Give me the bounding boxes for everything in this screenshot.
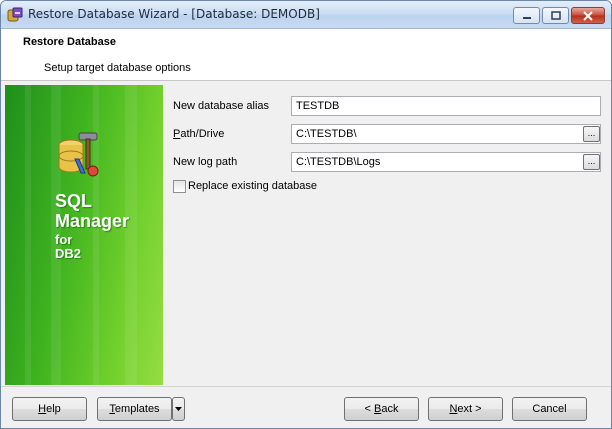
help-button[interactable]: Help bbox=[12, 397, 87, 421]
brand-line-3: for bbox=[55, 232, 73, 247]
path-input[interactable]: C:\TESTDB\ bbox=[291, 124, 601, 144]
database-wizard-icon bbox=[7, 7, 23, 23]
log-path-label: New log path bbox=[173, 156, 238, 168]
templates-button[interactable]: Templates bbox=[97, 397, 172, 421]
log-path-input[interactable]: C:\TESTDB\Logs bbox=[291, 152, 601, 172]
log-path-browse-button[interactable]: ... bbox=[583, 154, 600, 170]
triangle-down-icon bbox=[175, 407, 182, 411]
alias-input[interactable]: TESTDB bbox=[291, 96, 601, 116]
path-browse-button[interactable]: ... bbox=[583, 126, 600, 142]
alias-label: New database alias bbox=[173, 100, 270, 112]
window-title: Restore Database Wizard - [Database: DEM… bbox=[28, 7, 320, 21]
next-label-rest: ext > bbox=[457, 403, 482, 415]
maximize-button[interactable] bbox=[542, 7, 569, 24]
brand-line-1: SQL bbox=[55, 191, 93, 211]
close-icon bbox=[583, 10, 593, 21]
back-prefix: < bbox=[364, 403, 374, 415]
brand-panel: SQL Manager for DB2 bbox=[5, 85, 163, 385]
replace-database-checkbox[interactable] bbox=[173, 180, 186, 193]
close-button[interactable] bbox=[571, 7, 605, 24]
page-subtitle: Setup target database options bbox=[44, 62, 191, 74]
minimize-button[interactable] bbox=[513, 7, 540, 24]
back-label-rest: ack bbox=[381, 403, 399, 415]
replace-database-label[interactable]: Replace existing database bbox=[188, 180, 317, 192]
help-hotkey: H bbox=[38, 403, 47, 415]
path-label-rest: ath/Drive bbox=[180, 128, 225, 140]
wizard-footer: Help Templates < Back Next > Cancel bbox=[1, 386, 611, 428]
wizard-header: Restore Database Setup target database o… bbox=[1, 29, 611, 81]
restore-wizard-window: Restore Database Wizard - [Database: DEM… bbox=[0, 0, 612, 429]
options-panel: New database alias TESTDB Path/Drive C:\… bbox=[164, 85, 609, 385]
templates-label-rest: emplates bbox=[114, 403, 160, 415]
product-logo: SQL Manager for DB2 bbox=[55, 192, 129, 260]
maximize-icon bbox=[550, 11, 561, 20]
wizard-body: SQL Manager for DB2 New database alias T… bbox=[1, 81, 611, 386]
brand-line-2: Manager bbox=[55, 211, 130, 231]
path-label: Path/Drive bbox=[173, 128, 224, 140]
minimize-icon bbox=[522, 16, 531, 19]
page-title: Restore Database bbox=[23, 36, 116, 48]
database-tools-icon bbox=[53, 129, 105, 181]
next-button[interactable]: Next > bbox=[428, 397, 503, 421]
back-button[interactable]: < Back bbox=[344, 397, 419, 421]
brand-line-4: DB2 bbox=[55, 246, 82, 261]
cancel-button[interactable]: Cancel bbox=[512, 397, 587, 421]
title-bar[interactable]: Restore Database Wizard - [Database: DEM… bbox=[1, 1, 611, 29]
help-label-rest: elp bbox=[46, 403, 61, 415]
templates-dropdown-button[interactable] bbox=[172, 397, 185, 421]
